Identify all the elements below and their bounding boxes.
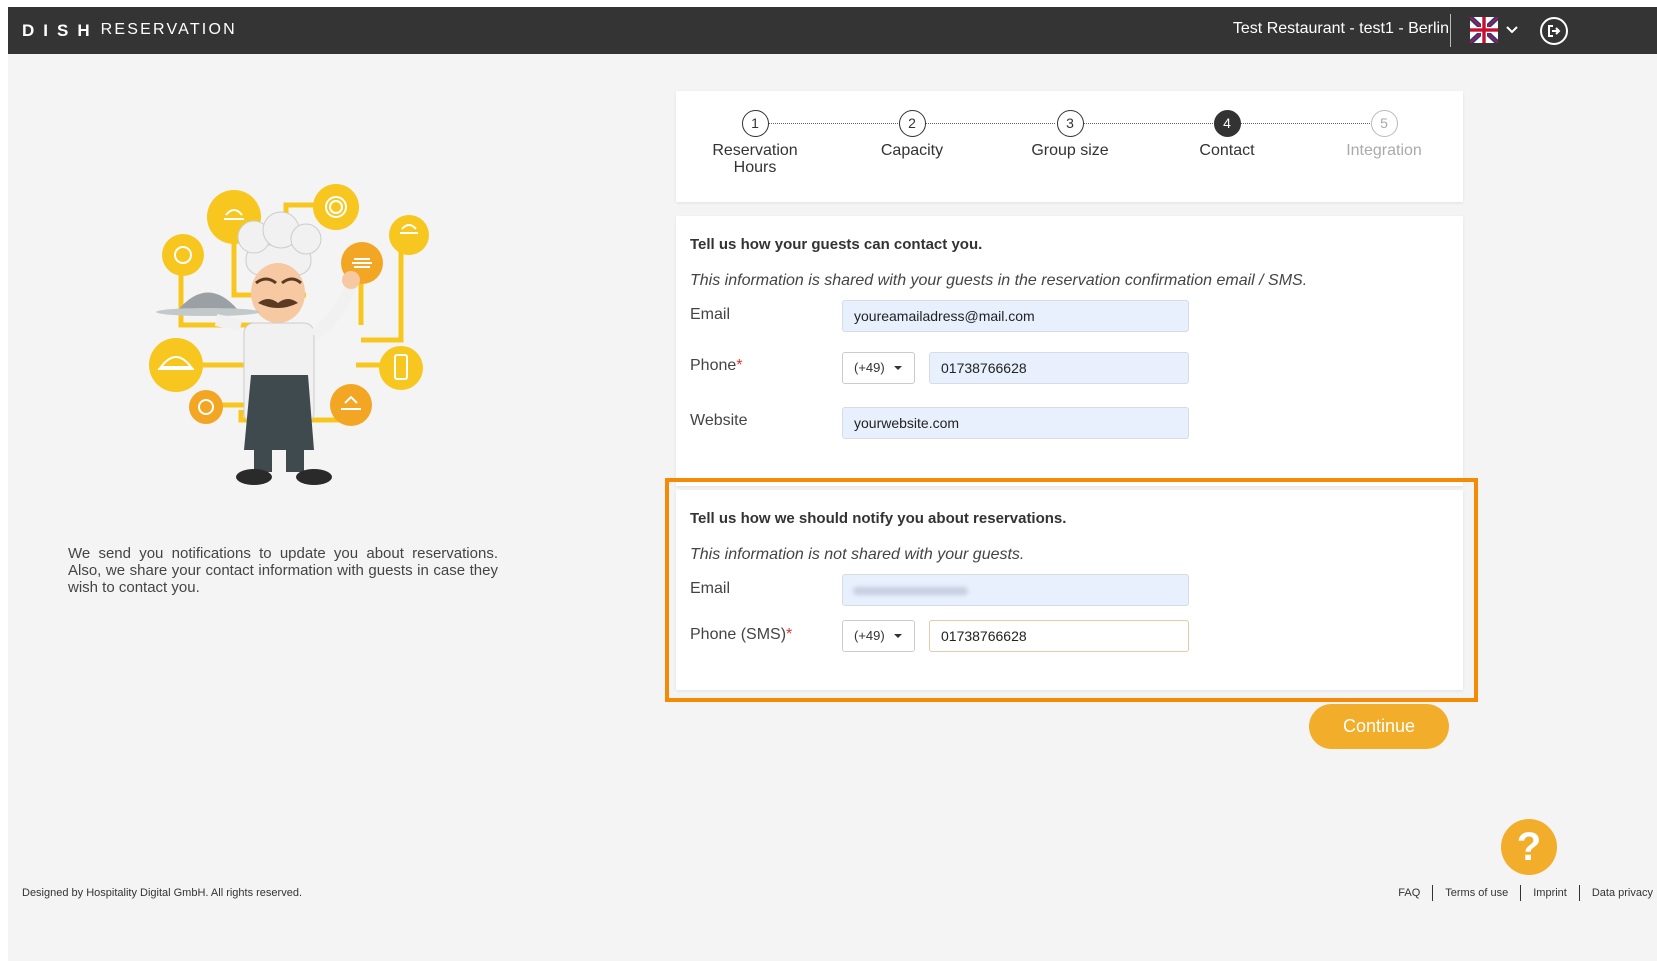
step-label: Group size — [1031, 142, 1109, 159]
restaurant-selector[interactable]: Test Restaurant - test1 - Berlin — [1233, 20, 1449, 38]
step-label: Integration — [1346, 142, 1422, 159]
step-group-size[interactable]: 3 Group size — [1005, 110, 1135, 159]
uk-flag-icon[interactable] — [1470, 17, 1498, 43]
logo-reservation: RESERVATION — [100, 21, 237, 38]
footer-links: FAQ Terms of use Imprint Data privacy — [1386, 885, 1657, 901]
app-logo[interactable]: DISH RESERVATION — [22, 21, 237, 41]
country-code: (+49) — [854, 360, 885, 375]
step-integration: 5 Integration — [1319, 110, 1449, 159]
logout-icon[interactable] — [1540, 17, 1568, 45]
step-label: Contact — [1199, 142, 1255, 159]
step-number: 4 — [1213, 110, 1241, 137]
email-label: Email — [690, 306, 731, 323]
guest-phone-field[interactable]: 01738766628 — [929, 352, 1189, 384]
footer-copyright: Designed by Hospitality Digital GmbH. Al… — [22, 887, 303, 899]
step-number: 2 — [898, 110, 926, 137]
caret-down-icon — [894, 366, 902, 370]
step-contact[interactable]: 4 Contact — [1162, 110, 1292, 159]
top-bar: DISH RESERVATION Test Restaurant - test1… — [8, 7, 1657, 54]
footer-link-faq[interactable]: FAQ — [1386, 887, 1432, 899]
guest-contact-title: Tell us how your guests can contact you. — [690, 236, 983, 253]
highlight-box — [665, 478, 1478, 702]
step-number: 5 — [1370, 110, 1398, 137]
app-frame: DISH RESERVATION Test Restaurant - test1… — [8, 7, 1657, 961]
footer-link-privacy[interactable]: Data privacy — [1580, 887, 1657, 899]
guest-contact-subtitle: This information is shared with your gue… — [690, 272, 1308, 289]
notification-description: We send you notifications to update you … — [68, 545, 498, 596]
website-label: Website — [690, 412, 748, 429]
step-number: 3 — [1056, 110, 1084, 137]
website-field[interactable]: yourwebsite.com — [842, 407, 1189, 439]
step-number: 1 — [741, 110, 769, 137]
footer-link-imprint[interactable]: Imprint — [1521, 887, 1579, 899]
chef-illustration — [149, 184, 429, 485]
guest-contact-card: Tell us how your guests can contact you.… — [676, 216, 1463, 486]
guest-phone-country-select[interactable]: (+49) — [842, 352, 915, 384]
step-label: Reservation Hours — [712, 142, 798, 176]
continue-button[interactable]: Continue — [1309, 704, 1449, 749]
progress-stepper: 1 Reservation Hours 2 Capacity 3 Group s… — [676, 91, 1463, 202]
chevron-down-icon[interactable] — [1505, 23, 1519, 37]
phone-label: Phone* — [690, 357, 743, 374]
header-divider — [1450, 14, 1451, 47]
step-label: Capacity — [880, 142, 944, 159]
footer-link-terms[interactable]: Terms of use — [1433, 887, 1520, 899]
guest-email-field[interactable]: youreamailadress@mail.com — [842, 300, 1189, 332]
logo-dish: DISH — [22, 21, 99, 40]
step-reservation-hours[interactable]: 1 Reservation Hours — [690, 110, 820, 176]
step-capacity[interactable]: 2 Capacity — [847, 110, 977, 159]
help-button[interactable]: ? — [1501, 819, 1557, 875]
